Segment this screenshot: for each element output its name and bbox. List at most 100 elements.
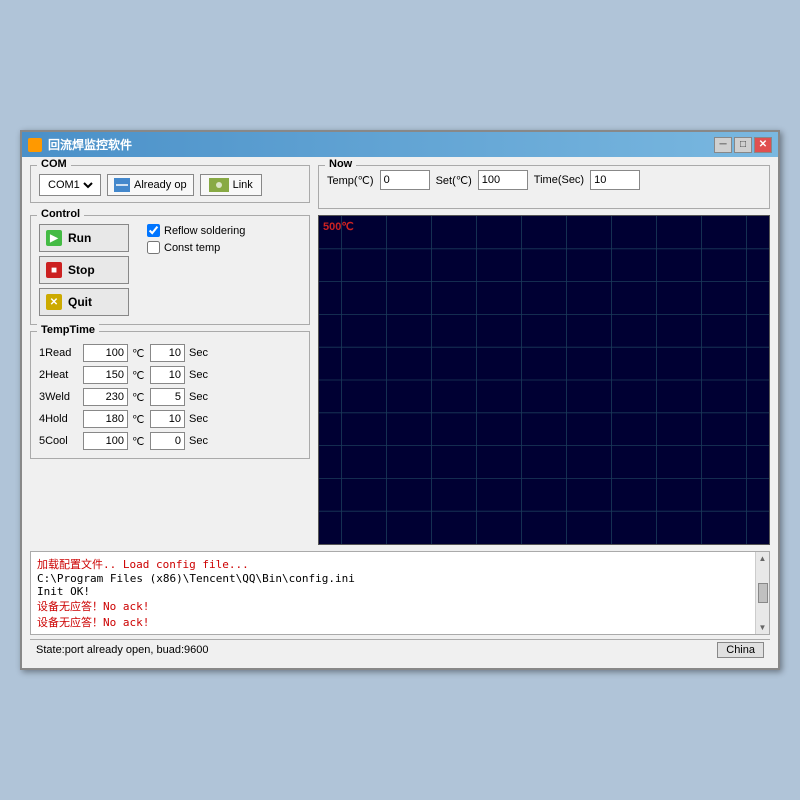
tt-time-3[interactable] bbox=[150, 410, 185, 428]
log-scrollbar[interactable]: ▲ ▼ bbox=[755, 552, 769, 634]
restore-button[interactable]: □ bbox=[734, 137, 752, 153]
scroll-up-icon[interactable]: ▲ bbox=[759, 554, 767, 563]
set-label: Set(℃) bbox=[436, 174, 472, 187]
status-bar: State:port already open, buad:9600 China bbox=[30, 639, 770, 660]
chart-temp-label: 500℃ bbox=[323, 220, 354, 233]
now-section: Now Temp(℃) Set(℃) Time(Sec) bbox=[318, 165, 770, 209]
log-line-1: C:\Program Files (x86)\Tencent\QQ\Bin\co… bbox=[37, 572, 749, 585]
already-label: Already op bbox=[134, 179, 187, 191]
tt-unit-temp-4: ℃ bbox=[132, 435, 146, 448]
tt-unit-sec-0: Sec bbox=[189, 347, 208, 359]
run-button[interactable]: ▶ Run bbox=[39, 224, 129, 252]
set-input[interactable] bbox=[478, 170, 528, 190]
com-row: COM1 Already op bbox=[39, 174, 301, 196]
tt-time-0[interactable] bbox=[150, 344, 185, 362]
log-section: 加载配置文件.. Load config file... C:\Program … bbox=[30, 551, 770, 635]
left-panel: Control ▶ Run ■ Stop bbox=[30, 215, 310, 545]
reflow-checkbox[interactable] bbox=[147, 224, 160, 237]
quit-label: Quit bbox=[68, 295, 92, 309]
log-line-0: 加载配置文件.. Load config file... bbox=[37, 556, 749, 572]
scroll-down-icon[interactable]: ▼ bbox=[759, 623, 767, 632]
scroll-thumb[interactable] bbox=[758, 583, 768, 603]
already-button[interactable]: Already op bbox=[107, 174, 194, 196]
link-button[interactable]: Link bbox=[200, 174, 262, 196]
temp-label: Temp(℃) bbox=[327, 174, 374, 187]
control-label: Control bbox=[37, 208, 84, 220]
tt-name-4: 5Cool bbox=[39, 435, 79, 447]
tt-temp-3[interactable] bbox=[83, 410, 128, 428]
tt-unit-temp-0: ℃ bbox=[132, 347, 146, 360]
window-title: 回流焊监控软件 bbox=[48, 136, 132, 153]
tt-temp-2[interactable] bbox=[83, 388, 128, 406]
temptime-row-4: 5Cool ℃ Sec bbox=[39, 432, 301, 450]
quit-button[interactable]: ✕ Quit bbox=[39, 288, 129, 316]
main-window: 回流焊监控软件 ─ □ ✕ COM COM1 bbox=[20, 130, 780, 670]
const-checkbox-row: Const temp bbox=[147, 241, 245, 254]
quit-icon: ✕ bbox=[46, 294, 62, 310]
reflow-checkbox-row: Reflow soldering bbox=[147, 224, 245, 237]
reflow-label: Reflow soldering bbox=[164, 225, 245, 237]
top-area: COM COM1 Already op bbox=[30, 165, 770, 209]
tt-unit-sec-3: Sec bbox=[189, 413, 208, 425]
stop-label: Stop bbox=[68, 263, 95, 277]
com-panel: COM COM1 Already op bbox=[30, 165, 310, 209]
tt-name-1: 2Heat bbox=[39, 369, 79, 381]
time-label: Time(Sec) bbox=[534, 174, 584, 186]
com-section: COM COM1 Already op bbox=[30, 165, 310, 203]
chart-grid bbox=[319, 216, 769, 544]
tt-name-3: 4Hold bbox=[39, 413, 79, 425]
control-inner: ▶ Run ■ Stop ✕ Quit bbox=[39, 224, 301, 316]
tt-unit-temp-3: ℃ bbox=[132, 413, 146, 426]
log-content: 加载配置文件.. Load config file... C:\Program … bbox=[31, 552, 755, 634]
const-checkbox[interactable] bbox=[147, 241, 160, 254]
control-section: Control ▶ Run ■ Stop bbox=[30, 215, 310, 325]
tt-temp-0[interactable] bbox=[83, 344, 128, 362]
link-label: Link bbox=[233, 179, 253, 191]
log-line-4: 设备无应答！No ack! bbox=[37, 614, 749, 630]
tt-temp-1[interactable] bbox=[83, 366, 128, 384]
temp-input[interactable] bbox=[380, 170, 430, 190]
tt-unit-sec-4: Sec bbox=[189, 435, 208, 447]
title-bar: 回流焊监控软件 ─ □ ✕ bbox=[22, 132, 778, 157]
chart-area: 500℃ bbox=[318, 215, 770, 545]
temptime-label: TempTime bbox=[37, 324, 99, 336]
tt-time-1[interactable] bbox=[150, 366, 185, 384]
com-port-select[interactable]: COM1 bbox=[39, 174, 101, 196]
tt-unit-temp-2: ℃ bbox=[132, 391, 146, 404]
tt-name-2: 3Weld bbox=[39, 391, 79, 403]
right-panel: 500℃ bbox=[318, 215, 770, 545]
tt-name-0: 1Read bbox=[39, 347, 79, 359]
tt-unit-sec-2: Sec bbox=[189, 391, 208, 403]
run-label: Run bbox=[68, 231, 91, 245]
close-button[interactable]: ✕ bbox=[754, 137, 772, 153]
temptime-rows: 1Read ℃ Sec 2Heat ℃ Sec bbox=[39, 344, 301, 450]
log-line-2: Init OK! bbox=[37, 585, 749, 598]
title-bar-left: 回流焊监控软件 bbox=[28, 136, 132, 153]
main-content: COM COM1 Already op bbox=[22, 157, 778, 668]
tt-time-4[interactable] bbox=[150, 432, 185, 450]
china-button[interactable]: China bbox=[717, 642, 764, 658]
const-label: Const temp bbox=[164, 242, 220, 254]
middle-area: Control ▶ Run ■ Stop bbox=[30, 215, 770, 545]
temptime-row-2: 3Weld ℃ Sec bbox=[39, 388, 301, 406]
tt-temp-4[interactable] bbox=[83, 432, 128, 450]
tt-unit-sec-1: Sec bbox=[189, 369, 208, 381]
stop-button[interactable]: ■ Stop bbox=[39, 256, 129, 284]
already-icon bbox=[114, 178, 130, 192]
now-label: Now bbox=[325, 158, 356, 170]
app-icon bbox=[28, 138, 42, 152]
minimize-button[interactable]: ─ bbox=[714, 137, 732, 153]
com-port-dropdown[interactable]: COM1 bbox=[44, 178, 96, 192]
stop-icon: ■ bbox=[46, 262, 62, 278]
link-icon bbox=[209, 178, 229, 192]
tt-time-2[interactable] bbox=[150, 388, 185, 406]
control-buttons: ▶ Run ■ Stop ✕ Quit bbox=[39, 224, 129, 316]
temptime-section: TempTime 1Read ℃ Sec 2Heat bbox=[30, 331, 310, 459]
temptime-row-1: 2Heat ℃ Sec bbox=[39, 366, 301, 384]
title-controls: ─ □ ✕ bbox=[714, 137, 772, 153]
time-input[interactable] bbox=[590, 170, 640, 190]
now-fields-row: Temp(℃) Set(℃) Time(Sec) bbox=[327, 170, 761, 190]
log-line-3: 设备无应答！No ack! bbox=[37, 598, 749, 614]
temptime-row-3: 4Hold ℃ Sec bbox=[39, 410, 301, 428]
com-label: COM bbox=[37, 158, 71, 170]
